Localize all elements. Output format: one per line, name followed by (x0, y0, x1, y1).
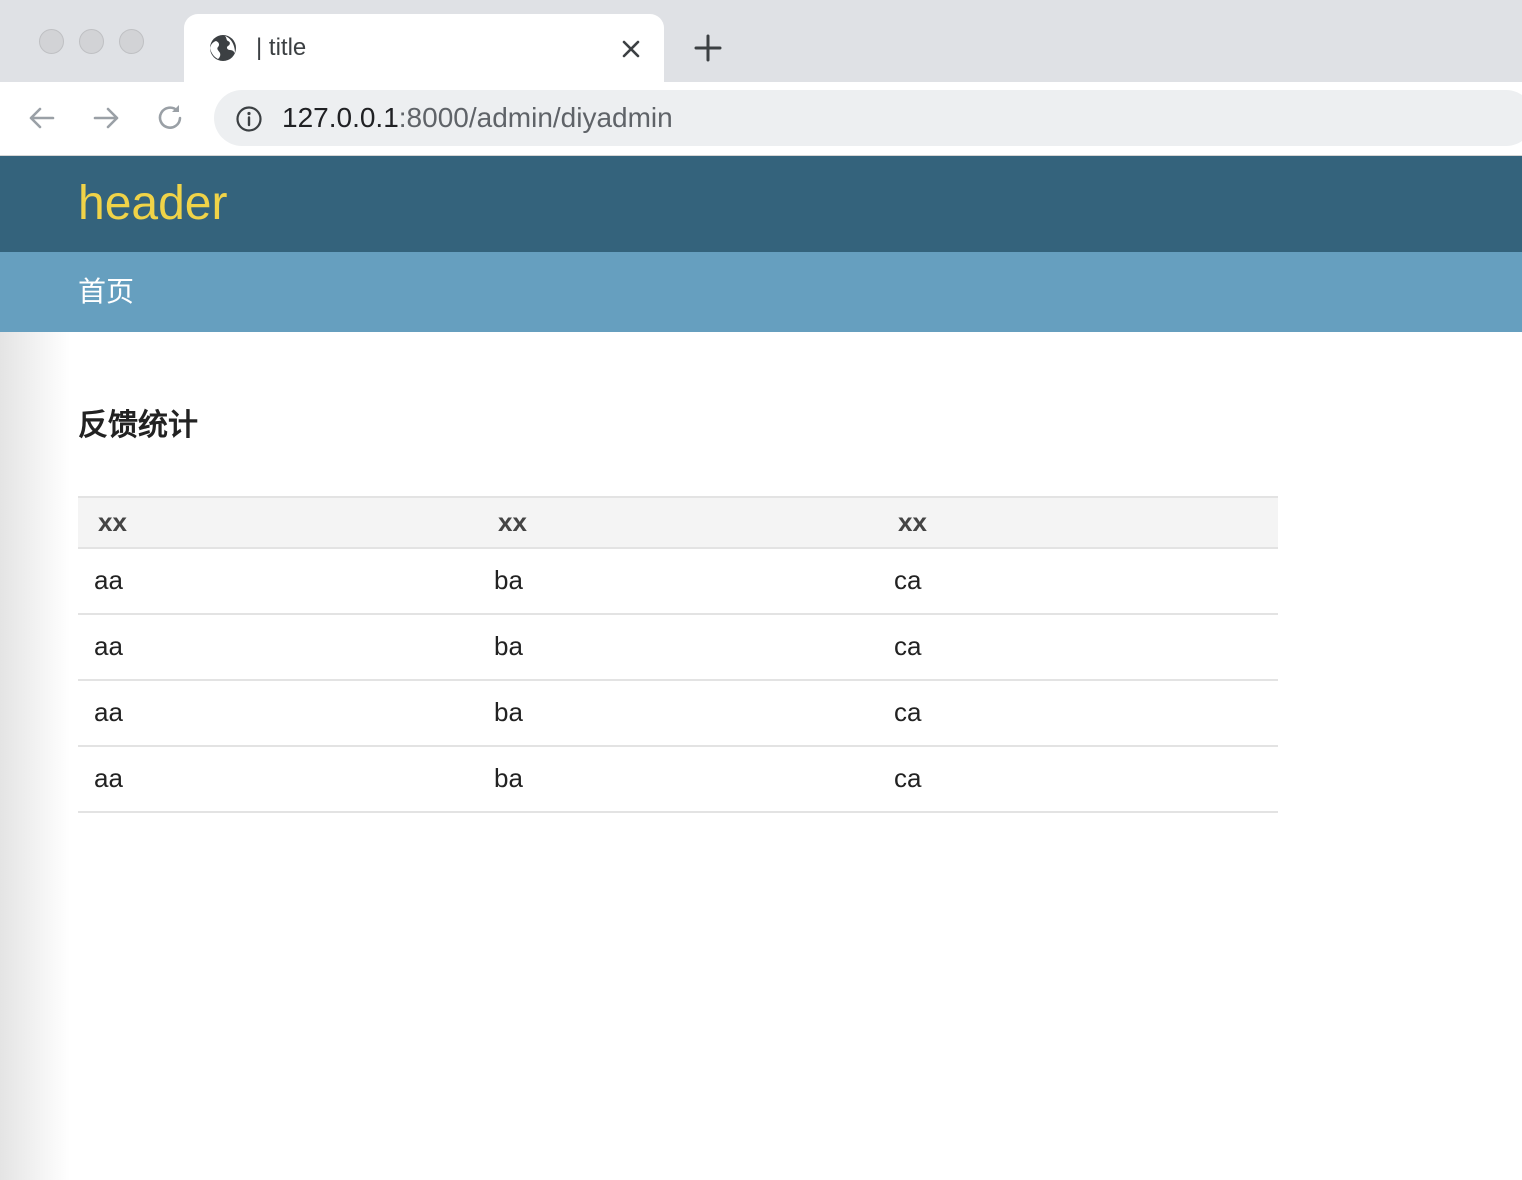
window-zoom-dot[interactable] (119, 29, 144, 54)
table-row: aa ba ca (78, 746, 1278, 813)
table-header-row: xx xx xx (78, 496, 1278, 549)
table-cell: ba (478, 746, 878, 813)
browser-tab[interactable]: | title (184, 14, 664, 82)
window-close-dot[interactable] (39, 29, 64, 54)
site-nav: 首页 (0, 252, 1522, 332)
table-cell: ca (878, 680, 1278, 747)
table-cell: aa (78, 614, 478, 681)
url-text[interactable]: 127.0.0.1:8000/admin/diyadmin (282, 103, 673, 133)
site-header-title: header (78, 177, 228, 230)
globe-icon (210, 35, 236, 61)
table-cell: ba (478, 548, 878, 615)
left-edge-shadow (0, 332, 70, 1180)
nav-item-home[interactable]: 首页 (78, 276, 134, 308)
site-header: header (0, 156, 1522, 252)
url-path: :8000/admin/diyadmin (398, 102, 673, 133)
url-host: 127.0.0.1 (282, 102, 399, 133)
table-cell: aa (78, 746, 478, 813)
table-cell: ca (878, 746, 1278, 813)
forward-arrow-icon[interactable] (88, 100, 124, 136)
window-minimize-dot[interactable] (79, 29, 104, 54)
table-row: aa ba ca (78, 680, 1278, 747)
table-cell: ca (878, 548, 1278, 615)
table-header-cell: xx (478, 496, 878, 549)
plus-icon[interactable] (690, 30, 726, 66)
close-icon[interactable] (616, 34, 646, 64)
section-title: 反馈统计 (78, 409, 198, 442)
table-cell: aa (78, 680, 478, 747)
reload-icon[interactable] (152, 100, 188, 136)
table-row: aa ba ca (78, 614, 1278, 681)
table-header-cell: xx (878, 496, 1278, 549)
table-row: aa ba ca (78, 548, 1278, 615)
info-icon[interactable] (234, 104, 264, 134)
tab-title: | title (256, 34, 307, 61)
table-cell: ca (878, 614, 1278, 681)
table-cell: ba (478, 680, 878, 747)
address-bar[interactable]: 127.0.0.1:8000/admin/diyadmin (214, 90, 1522, 146)
feedback-table: xx xx xx aa ba ca aa ba ca aa ba ca aa b… (78, 496, 1278, 813)
table-header-cell: xx (78, 496, 478, 549)
table-cell: ba (478, 614, 878, 681)
table-cell: aa (78, 548, 478, 615)
browser-tab-strip: | title (0, 0, 1522, 82)
back-arrow-icon[interactable] (24, 100, 60, 136)
browser-toolbar: 127.0.0.1:8000/admin/diyadmin (0, 82, 1522, 156)
